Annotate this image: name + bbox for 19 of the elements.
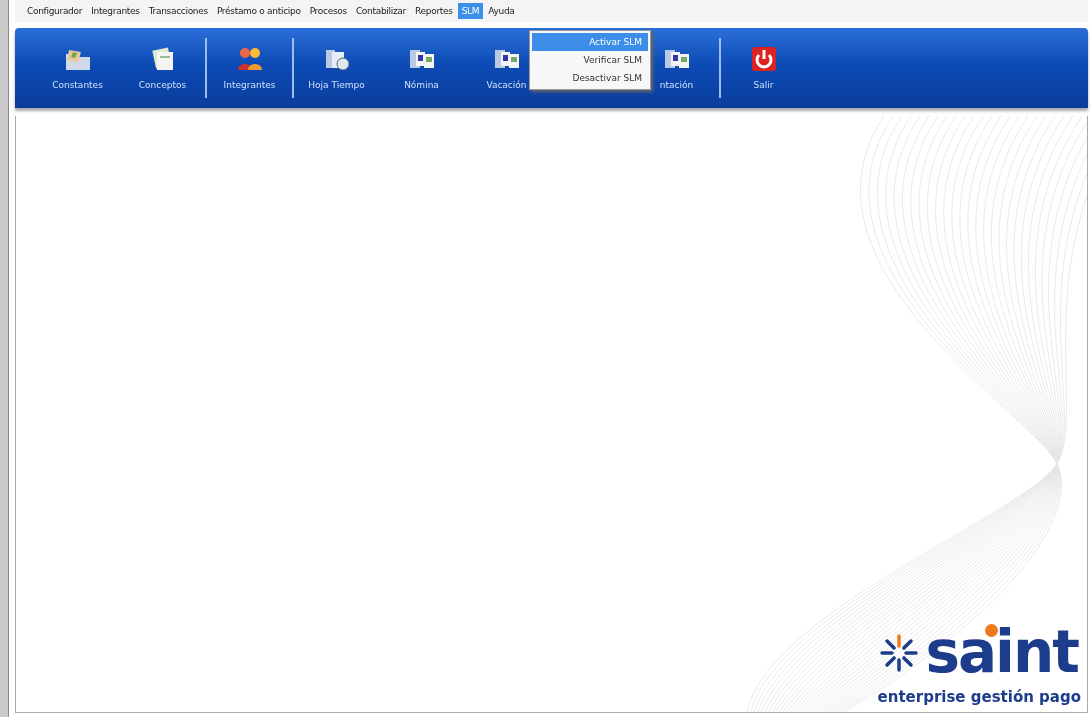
menu-item[interactable]: Préstamo o anticipo <box>212 3 305 19</box>
toolbar-button[interactable]: Integrantes <box>207 28 292 108</box>
menu-item[interactable]: Procesos <box>305 3 351 19</box>
menu-item[interactable]: Transacciones <box>144 3 212 19</box>
menu-item[interactable]: Contabilizar <box>351 3 410 19</box>
toolbar-button[interactable]: Nómina <box>379 28 464 108</box>
logo-wordmark: saint <box>925 618 1080 688</box>
logo-tagline: enterprise gestión pago <box>877 688 1081 706</box>
menu-item[interactable]: Configurador <box>23 3 87 19</box>
menu-item[interactable]: Integrantes <box>87 3 144 19</box>
menu-item[interactable]: Ayuda <box>484 3 519 19</box>
toolbar-button[interactable]: Hoja Tiempo <box>294 28 379 108</box>
starburst-icon <box>879 633 920 674</box>
menu-item[interactable]: Reportes <box>411 3 457 19</box>
toolbar-button[interactable]: Salir <box>721 28 806 108</box>
toolbar-button[interactable]: Constantes <box>35 28 120 108</box>
menu-option[interactable]: Verificar SLM <box>532 51 648 69</box>
menu-option[interactable]: Desactivar SLM <box>532 69 648 87</box>
toolbar-button[interactable]: Conceptos <box>120 28 205 108</box>
